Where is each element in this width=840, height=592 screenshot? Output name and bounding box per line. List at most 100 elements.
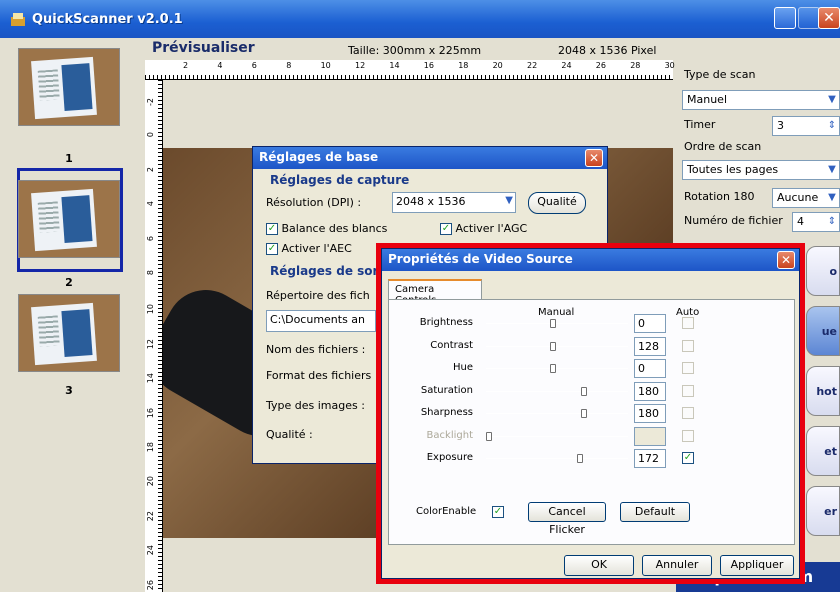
control-label: Contrast [430,339,473,351]
ruler-tick-label: -2 [146,98,155,106]
ruler-tick-label: 2 [183,61,189,70]
ruler-tick-label: 4 [146,201,155,207]
timer-spinner[interactable]: 3 ⇕ [772,116,840,136]
colorenable-checkbox[interactable]: ✓ [492,506,504,518]
minimize-button[interactable] [774,7,796,29]
window-close-button[interactable]: ✕ [818,7,840,29]
auto-checkbox[interactable] [682,384,694,397]
apply-button[interactable]: Appliquer [720,555,794,576]
side-button-1[interactable]: o [806,246,840,296]
scan-order-select[interactable]: Toutes les pages ▼ [682,160,840,180]
resolution-select[interactable]: 2048 x 1536 ▼ [392,192,516,213]
ruler-tick-label: 16 [146,407,155,418]
chevron-down-icon: ▼ [828,94,836,105]
output-group-title: Réglages de sor [270,264,379,278]
ruler-tick-label: 26 [146,579,155,590]
quality-button[interactable]: Qualité [528,192,586,214]
value-field[interactable]: 180 [634,381,666,401]
ruler-tick-label: 12 [146,338,155,349]
agc-checkbox[interactable]: ✓ [440,223,452,235]
aec-checkbox-row[interactable]: ✓ Activer l'AEC [266,242,352,255]
awb-checkbox[interactable]: ✓ [266,223,278,235]
aec-checkbox[interactable]: ✓ [266,243,278,255]
slider-thumb[interactable] [581,386,588,396]
slider-thumb[interactable] [549,364,556,373]
rotation-value: Aucune [777,191,819,204]
control-label: Brightness [419,317,473,328]
aec-label: Activer l'AEC [281,242,352,255]
cancel-button[interactable]: Annuler [642,555,712,576]
auto-checkbox[interactable] [682,407,694,419]
value-field[interactable]: 128 [634,336,666,356]
spinner-icon: ⇕ [827,216,837,227]
ruler-tick-label: 14 [146,373,155,384]
auto-checkbox[interactable] [682,339,694,352]
slider-thumb[interactable] [549,341,556,351]
awb-checkbox-row[interactable]: ✓ Balance des blancs [266,222,387,235]
manual-header: Manual [538,307,575,318]
ruler-vertical: -2 0 2 4 6 8 10 12 14 16 18 20 22 24 26 [145,80,163,592]
scan-order-value: Toutes les pages [687,163,779,176]
video-source-highlight: Propriétés de Video Source ✕ Camera Cont… [376,243,805,584]
ok-button[interactable]: OK [564,555,634,576]
cancel-flicker-button[interactable]: Cancel Flicker [528,502,606,536]
slider-track[interactable] [486,390,628,392]
ruler-tick-label: 10 [146,304,155,315]
rotation-select[interactable]: Aucune ▼ [772,188,840,208]
side-button-5[interactable]: er [806,486,840,536]
slider-track[interactable] [486,458,628,459]
file-number-value: 4 [797,215,804,228]
ruler-tick-label: 8 [146,270,155,276]
slider-track[interactable] [486,368,628,369]
default-button[interactable]: Default [620,502,690,522]
timer-label: Timer [684,118,716,131]
agc-checkbox-row[interactable]: ✓ Activer l'AGC [440,222,527,235]
auto-checkbox[interactable] [682,429,694,442]
thumbnail-1[interactable] [18,48,120,126]
slider-track[interactable] [486,345,628,347]
slider-thumb[interactable] [577,454,584,463]
slider-track[interactable] [486,413,628,414]
slider-track[interactable] [486,435,628,437]
side-button-4[interactable]: et [806,426,840,476]
value-field[interactable]: 0 [634,314,666,333]
ruler-tick-label: 24 [146,545,155,556]
side-button-2[interactable]: ue [806,306,840,356]
side-button-3[interactable]: hot [806,366,840,416]
close-icon[interactable]: ✕ [777,251,795,269]
slider-thumb[interactable] [581,409,588,418]
ruler-tick-label: 14 [389,61,400,70]
file-number-spinner[interactable]: 4 ⇕ [792,212,840,232]
colorenable-label: ColorEnable [416,506,477,517]
resolution-label: Résolution (DPI) : [266,196,362,209]
thumbnail-2[interactable] [18,180,120,258]
slider-thumb[interactable] [549,319,556,328]
ruler-tick-label: 4 [217,61,223,70]
slider-thumb[interactable] [486,431,492,441]
auto-checkbox[interactable] [682,362,694,374]
app-icon [11,13,25,26]
value-field[interactable]: 0 [634,359,666,378]
close-icon[interactable]: ✕ [585,149,603,167]
directory-input[interactable]: C:\Documents an [266,310,376,332]
auto-checkbox[interactable]: ✓ [682,452,694,464]
scan-type-select[interactable]: Manuel ▼ [682,90,840,110]
agc-label: Activer l'AGC [455,222,528,235]
rotation-label: Rotation 180 [684,190,755,203]
value-field[interactable]: 172 [634,449,666,468]
thumbnail-number: 1 [65,152,73,165]
dialog-title: Réglages de base [253,147,607,169]
value-field[interactable] [634,426,666,446]
slider-track[interactable] [486,323,628,324]
chevron-down-icon: ▼ [828,164,836,175]
auto-checkbox[interactable] [682,317,694,329]
thumbnail-number: 2 [65,276,73,289]
ruler-tick-label: 22 [146,510,155,521]
thumbnail-3[interactable] [18,294,120,372]
scan-type-label: Type de scan [684,68,756,81]
value-field[interactable]: 180 [634,404,666,423]
ruler-tick-label: 26 [595,61,606,70]
maximize-button[interactable] [798,7,820,29]
tab-camera-controls[interactable]: Camera Controls [388,279,482,306]
size-label: Taille: 300mm x 225mm [348,44,482,57]
